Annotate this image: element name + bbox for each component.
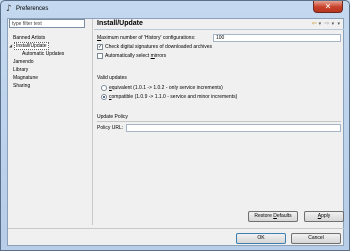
ok-button[interactable]: OK: [236, 233, 286, 244]
app-icon: ♪: [6, 4, 12, 14]
radio-unselected-icon[interactable]: [101, 84, 107, 91]
history-configurations-input[interactable]: 100: [213, 34, 341, 42]
tree-item-label: Banned Artists: [13, 35, 46, 41]
apply-button[interactable]: Apply: [304, 211, 344, 222]
radio-label: equivalent (1.0.1 -> 1.0.2 - only servic…: [109, 85, 223, 91]
title-separator: [94, 29, 344, 30]
restore-defaults-button[interactable]: Restore Defaults: [248, 211, 298, 222]
forward-menu-chevron-icon[interactable]: ▾: [332, 21, 335, 27]
tree-item-install-update[interactable]: ◢ Install/Update: [9, 42, 49, 50]
button-bar-separator: [8, 228, 344, 229]
radio-compatible[interactable]: compatible (1.0.9 -> 1.1.0 - service and…: [101, 93, 237, 101]
tree-item-magnatune[interactable]: Magnatune: [13, 74, 38, 82]
update-policy-label: Update Policy: [97, 114, 128, 120]
policy-url-input[interactable]: [126, 124, 341, 132]
policy-url-label: Policy URL:: [97, 125, 124, 131]
cancel-button[interactable]: Cancel: [291, 233, 341, 244]
page-title: Install/Update: [97, 20, 143, 27]
preferences-window: ♪ Preferences ✕ Banned Artists ◢Install/…: [0, 0, 350, 251]
checkbox-label: Check digital signatures of downloaded a…: [105, 44, 213, 50]
tree-item-sharing[interactable]: Sharing: [13, 82, 30, 90]
update-policy-divider: [97, 121, 341, 122]
tree-item-label: Install/Update: [14, 42, 49, 50]
tree-item-jamendo[interactable]: Jamendo: [13, 58, 34, 66]
checkbox-label: Automatically select mirrors: [105, 53, 167, 59]
back-arrow-icon[interactable]: ⇦: [312, 20, 317, 27]
back-menu-chevron-icon[interactable]: ▾: [319, 21, 322, 27]
forward-arrow-icon[interactable]: ⇨: [325, 20, 330, 27]
page-navigation: ⇦ ▾ ⇨ ▾ ▾: [310, 20, 340, 28]
tree-item-label: Library: [13, 67, 29, 73]
pane-divider[interactable]: [92, 19, 93, 225]
auto-select-mirrors-checkbox[interactable]: Automatically select mirrors: [97, 52, 166, 60]
tree-item-automatic-updates[interactable]: Automatic Updates: [22, 50, 64, 58]
tree-item-label: Sharing: [13, 83, 31, 89]
history-configurations-label: Maximum number of 'History' configuratio…: [97, 35, 196, 41]
tree-item-library[interactable]: Library: [13, 66, 28, 74]
tree-item-banned-artists[interactable]: Banned Artists: [13, 34, 45, 42]
valid-updates-label: Valid updates: [97, 75, 127, 81]
check-signatures-checkbox[interactable]: ✓ Check digital signatures of downloaded …: [97, 43, 212, 51]
preferences-navigation: Banned Artists ◢Install/Update Automatic…: [9, 19, 89, 219]
radio-selected-icon[interactable]: [101, 93, 107, 100]
radio-equivalent[interactable]: equivalent (1.0.1 -> 1.0.2 - only servic…: [101, 84, 223, 92]
close-icon: ✕: [324, 2, 332, 11]
checkbox-checked-icon[interactable]: ✓: [97, 43, 103, 50]
tree-item-label: Automatic Updates: [22, 51, 65, 57]
view-menu-chevron-icon[interactable]: ▾: [337, 21, 340, 27]
filter-input[interactable]: [9, 19, 85, 28]
close-button[interactable]: ✕: [313, 1, 343, 13]
tree-item-label: Magnatune: [13, 75, 39, 81]
title-bar[interactable]: ♪ Preferences ✕: [1, 1, 349, 18]
window-title: Preferences: [16, 6, 49, 12]
tree-item-label: Jamendo: [13, 59, 34, 65]
radio-label: compatible (1.0.9 -> 1.1.0 - service and…: [109, 94, 238, 100]
dialog-content: Banned Artists ◢Install/Update Automatic…: [7, 18, 344, 246]
preference-page: Install/Update ⇦ ▾ ⇨ ▾ ▾ Maximum number of…: [94, 19, 344, 227]
checkbox-unchecked-icon[interactable]: [97, 52, 103, 59]
